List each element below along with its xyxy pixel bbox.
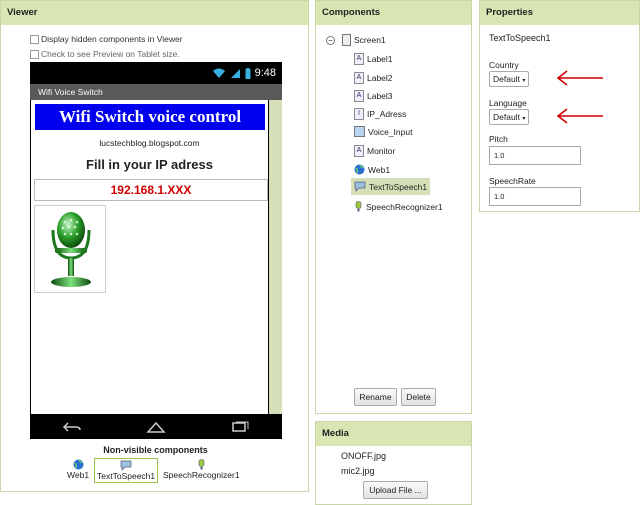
nonvisible-speechrecognizer1-label: SpeechRecognizer1 <box>163 470 240 480</box>
label-icon: A <box>354 90 364 102</box>
label1-banner: Wifi Switch voice control <box>35 104 265 130</box>
label2-blog: lucstechblog.blogspot.com <box>99 138 200 148</box>
label3-prompt: Fill in your IP adress <box>86 157 213 172</box>
app-title-bar: Wifi Voice Switch <box>30 84 282 100</box>
dropdown-arrow-icon: ▾ <box>522 78 526 84</box>
speech-bubble-icon <box>354 181 366 192</box>
label-icon: A <box>354 72 364 84</box>
viewer-panel: Viewer Display hidden components in View… <box>0 0 309 492</box>
tree-label-ip-adress: IP_Adress <box>367 109 407 119</box>
phone-nav-bar <box>30 415 282 439</box>
screen-icon <box>342 34 351 46</box>
tablet-preview-checkbox[interactable] <box>30 49 39 59</box>
microphone-icon <box>51 212 91 287</box>
tree-label-voice-input: Voice_Input <box>368 126 413 137</box>
country-label: Country <box>489 60 519 70</box>
media-panel: Media ONOFF.jpg mic2.jpg Upload File ... <box>315 421 472 505</box>
delete-button[interactable]: Delete <box>401 388 436 406</box>
tree-label-label2: Label2 <box>367 73 393 83</box>
pitch-label: Pitch <box>489 134 508 144</box>
tree-item-label3[interactable]: A Label3 <box>354 90 393 102</box>
tree-label-web1: Web1 <box>368 164 391 175</box>
tree-label-speechrecognizer1: SpeechRecognizer1 <box>366 201 443 212</box>
language-value: Default <box>493 112 520 122</box>
nonvisible-title: Non-visible components <box>103 445 208 455</box>
back-icon <box>62 422 81 432</box>
nonvisible-speechrecognizer1[interactable]: SpeechRecognizer1 <box>163 459 240 480</box>
ip-address-textbox[interactable]: 192.168.1.XXX <box>34 179 268 201</box>
media-file-onoff[interactable]: ONOFF.jpg <box>341 451 386 461</box>
tablet-preview-label: Check to see Preview on Tablet size. <box>41 49 180 59</box>
tree-label-screen1: Screen1 <box>354 35 386 45</box>
country-dropdown[interactable]: Default ▾ <box>489 71 530 87</box>
tablet-preview-row[interactable]: Check to see Preview on Tablet size. <box>30 49 180 59</box>
components-header: Components <box>316 1 471 25</box>
tree-item-web1[interactable]: Web1 <box>354 164 390 175</box>
globe-icon <box>73 459 84 470</box>
recent-apps-icon <box>232 421 249 432</box>
tree-item-speechrecognizer1[interactable]: SpeechRecognizer1 <box>354 201 443 212</box>
label-icon: A <box>354 145 364 157</box>
app-screen: Wifi Switch voice control lucstechblog.b… <box>31 100 268 414</box>
speech-bubble-icon <box>120 460 132 471</box>
microphone-small-icon <box>198 459 205 470</box>
speechrate-label: SpeechRate <box>489 176 536 186</box>
tree-label-monitor: Monitor <box>367 146 396 156</box>
tree-item-voice-input[interactable]: Voice_Input <box>354 126 412 137</box>
phone-status-bar: 9:48 <box>30 62 282 84</box>
show-hidden-label: Display hidden components in Viewer <box>41 34 183 44</box>
tree-item-texttospeech1-selected[interactable]: TextToSpeech1 <box>351 178 431 195</box>
media-file-mic2[interactable]: mic2.jpg <box>341 466 375 476</box>
microphone-small-icon <box>355 201 362 212</box>
nonvisible-texttospeech1-label: TextToSpeech1 <box>97 471 156 481</box>
components-panel: Components − Screen1 A Label1 A Label2 A… <box>315 0 472 414</box>
collapse-icon[interactable]: − <box>326 35 335 45</box>
tree-item-label1[interactable]: A Label1 <box>354 53 393 65</box>
image-button-icon <box>354 126 365 137</box>
tree-label-texttospeech1: TextToSpeech1 <box>369 181 428 192</box>
show-hidden-checkbox[interactable] <box>30 34 39 44</box>
show-hidden-row[interactable]: Display hidden components in Viewer <box>30 34 183 44</box>
tree-item-screen1[interactable]: − Screen1 <box>326 34 386 46</box>
properties-panel: Properties TextToSpeech1 Country Default… <box>479 0 640 212</box>
phone-preview: 9:48 Wifi Voice Switch Wifi Switch voice… <box>30 62 282 439</box>
label-icon: A <box>354 53 364 65</box>
language-label: Language <box>489 98 527 108</box>
nonvisible-web1[interactable]: Web1 <box>67 459 89 480</box>
tree-label-label1: Label1 <box>367 54 393 64</box>
annotation-arrow-language <box>556 108 603 124</box>
media-header: Media <box>316 422 471 446</box>
app-scrollbar <box>269 100 282 414</box>
battery-icon <box>245 67 251 79</box>
country-value: Default <box>493 74 520 84</box>
globe-icon <box>354 164 365 175</box>
tree-label-label3: Label3 <box>367 91 393 101</box>
nonvisible-texttospeech1[interactable]: TextToSpeech1 <box>94 458 159 483</box>
phone-clock: 9:48 <box>254 67 276 79</box>
wifi-icon <box>212 68 225 78</box>
rename-button[interactable]: Rename <box>354 388 397 406</box>
upload-file-button[interactable]: Upload File ... <box>363 481 428 499</box>
home-icon <box>146 421 166 433</box>
dropdown-arrow-icon: ▾ <box>522 116 526 122</box>
textbox-icon: I <box>354 108 364 120</box>
tree-item-monitor[interactable]: A Monitor <box>354 145 395 157</box>
nonvisible-web1-label: Web1 <box>67 470 90 480</box>
annotation-arrow-country <box>556 70 603 86</box>
pitch-input[interactable]: 1.0 <box>489 146 581 165</box>
signal-icon <box>230 68 240 78</box>
viewer-header: Viewer <box>1 1 308 25</box>
voice-input-button[interactable] <box>34 205 106 293</box>
properties-component-name: TextToSpeech1 <box>489 33 551 43</box>
language-dropdown[interactable]: Default ▾ <box>489 109 530 125</box>
tree-item-ip-adress[interactable]: I IP_Adress <box>354 108 406 120</box>
tree-item-label2[interactable]: A Label2 <box>354 72 393 84</box>
properties-header: Properties <box>480 1 639 25</box>
speechrate-input[interactable]: 1.0 <box>489 187 581 206</box>
